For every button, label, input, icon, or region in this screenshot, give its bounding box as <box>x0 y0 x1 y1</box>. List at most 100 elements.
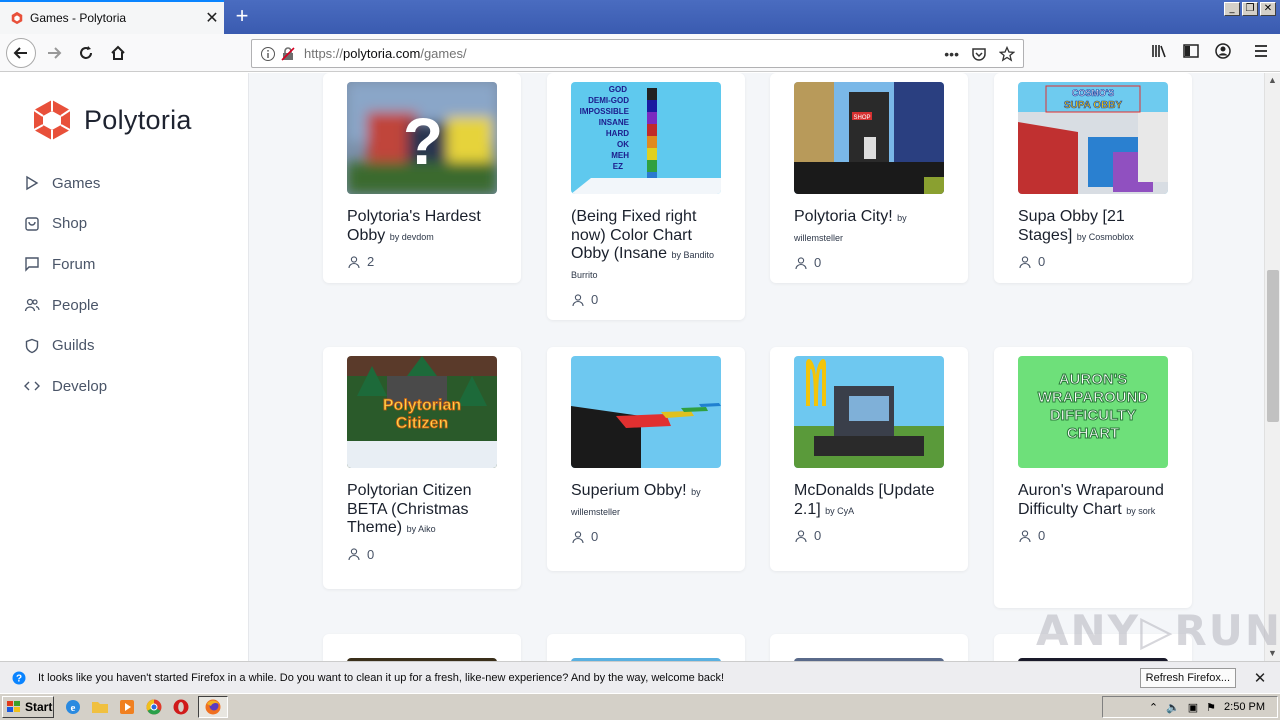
notification-close-icon[interactable]: ✕ <box>1250 669 1270 687</box>
browser-tab[interactable]: Games - Polytoria ✕ <box>0 0 224 34</box>
auron-title-line: CHART <box>1067 425 1120 442</box>
game-thumbnail[interactable]: COSMO'S SUPA OBBY <box>1018 82 1168 194</box>
sidebar-item-games[interactable]: Games <box>24 163 107 204</box>
auron-title-line: DIFFICULTY <box>1050 407 1136 424</box>
refresh-firefox-button[interactable]: Refresh Firefox... <box>1139 667 1236 688</box>
back-icon[interactable] <box>6 38 36 68</box>
sidebar-item-label: Forum <box>52 255 96 273</box>
window-close-icon[interactable]: ✕ <box>1260 2 1276 16</box>
game-card[interactable] <box>323 634 521 661</box>
window-controls: _ ❐ ✕ <box>1224 2 1276 16</box>
game-title[interactable]: Superium Obby! by willemsteller <box>571 482 721 521</box>
game-card[interactable]: McDonalds [Update 2.1] by CyA 0 <box>770 347 968 571</box>
game-card[interactable]: AURON'S WRAPAROUND DIFFICULTY CHART Auro… <box>994 347 1192 608</box>
site-logo[interactable]: Polytoria <box>32 99 192 141</box>
chart-tier-label: HARD <box>606 129 629 138</box>
windows-logo-icon <box>7 701 20 712</box>
tray-expand-icon[interactable]: ⌃ <box>1149 701 1158 714</box>
chart-tier-label: INSANE <box>599 118 630 127</box>
reload-icon[interactable] <box>72 39 100 67</box>
sidebar-item-shop[interactable]: Shop <box>24 204 107 245</box>
game-card[interactable] <box>770 634 968 661</box>
game-thumbnail[interactable]: ? <box>347 82 497 194</box>
game-card[interactable]: ? Polytoria's Hardest Obby by devdom 2 <box>323 73 521 283</box>
question-icon: ? <box>12 671 26 684</box>
game-thumbnail[interactable]: SHOP <box>794 82 944 194</box>
scrollbar-thumb[interactable] <box>1267 270 1279 422</box>
player-count: 0 <box>1018 254 1168 269</box>
player-count: 0 <box>571 292 721 307</box>
game-thumbnail[interactable]: Polytorian Citizen <box>347 356 497 468</box>
play-icon <box>26 176 39 191</box>
game-thumbnail[interactable]: GOD DEMI-GOD IMPOSSIBLE INSANE HARD OK M… <box>571 82 721 194</box>
game-title[interactable]: (Being Fixed right now) Color Chart Obby… <box>571 208 721 284</box>
pocket-icon[interactable] <box>971 46 987 62</box>
shield-icon <box>25 338 39 353</box>
user-icon <box>1019 529 1031 542</box>
sidebar-item-develop[interactable]: Develop <box>24 366 107 407</box>
flag-icon[interactable]: ⚑ <box>1206 701 1216 714</box>
game-card[interactable]: GOD DEMI-GOD IMPOSSIBLE INSANE HARD OK M… <box>547 73 745 320</box>
game-thumbnail[interactable] <box>794 356 944 468</box>
hamburger-menu-icon[interactable] <box>1252 42 1270 60</box>
home-icon[interactable] <box>104 39 132 67</box>
account-icon[interactable] <box>1214 42 1232 60</box>
site-sidebar: Polytoria Games Shop Forum People Guilds <box>0 73 249 661</box>
windows-taskbar: Start e ⌃ 🔈 ▣ ⚑ 2:50 PM <box>0 693 1280 720</box>
page-scrollbar[interactable]: ▲ ▼ <box>1264 73 1280 661</box>
game-card[interactable] <box>547 634 745 661</box>
minimize-icon[interactable]: _ <box>1224 2 1240 16</box>
tab-close-icon[interactable]: ✕ <box>200 8 224 28</box>
game-title[interactable]: McDonalds [Update 2.1] by CyA <box>794 482 944 520</box>
volume-icon[interactable]: 🔈 <box>1166 701 1180 714</box>
network-icon[interactable]: ▣ <box>1188 701 1198 714</box>
chart-tier-label: DEMI-GOD <box>588 96 629 105</box>
player-count: 2 <box>347 254 497 269</box>
game-thumbnail[interactable] <box>571 356 721 468</box>
folder-icon[interactable] <box>91 698 109 716</box>
game-title[interactable]: Supa Obby [21 Stages] by Cosmoblox <box>1018 208 1168 246</box>
game-card[interactable]: COSMO'S SUPA OBBY Supa Obby [21 Stages] … <box>994 73 1192 283</box>
game-title[interactable]: Polytorian Citizen BETA (Christmas Theme… <box>347 482 497 539</box>
player-count: 0 <box>347 547 497 562</box>
sidebar-menu: Games Shop Forum People Guilds Develop <box>24 163 107 407</box>
sidebar-item-label: Develop <box>52 377 108 395</box>
notification-bar: ? It looks like you haven't started Fire… <box>0 661 1280 693</box>
chrome-icon[interactable] <box>145 698 163 716</box>
sidebar-item-forum[interactable]: Forum <box>24 244 107 285</box>
sidebar-item-label: Games <box>52 174 101 192</box>
sidebar-item-people[interactable]: People <box>24 285 107 326</box>
supa-title-line: COSMO'S <box>1072 88 1114 98</box>
insecure-lock-icon[interactable] <box>280 46 296 62</box>
anyrun-watermark: ANY▷RUN <box>1036 606 1280 655</box>
ie-icon[interactable]: e <box>64 698 82 716</box>
game-card[interactable]: Superium Obby! by willemsteller 0 <box>547 347 745 571</box>
firefox-taskbar-button[interactable] <box>198 696 228 718</box>
url-bar[interactable]: https://polytoria.com/games/ ••• <box>251 39 1024 68</box>
info-icon[interactable] <box>260 46 276 62</box>
game-title[interactable]: Polytoria's Hardest Obby by devdom <box>347 208 497 246</box>
sidebar-toggle-icon[interactable] <box>1182 42 1200 60</box>
game-card[interactable]: SHOP Polytoria City! by willemsteller 0 <box>770 73 968 283</box>
user-icon <box>1019 255 1031 268</box>
bookmark-star-icon[interactable] <box>999 45 1015 62</box>
new-tab-icon[interactable]: + <box>228 2 256 30</box>
clock[interactable]: 2:50 PM <box>1224 701 1265 713</box>
forward-icon[interactable] <box>40 39 68 67</box>
scroll-up-icon[interactable]: ▲ <box>1268 75 1277 85</box>
sidebar-item-guilds[interactable]: Guilds <box>24 325 107 366</box>
game-card[interactable]: Polytorian Citizen Polytorian Citizen BE… <box>323 347 521 589</box>
auron-title-line: WRAPAROUND <box>1038 389 1149 406</box>
media-player-icon[interactable] <box>118 698 136 716</box>
svg-text:?: ? <box>16 673 22 684</box>
page-actions-icon[interactable]: ••• <box>944 46 959 62</box>
chart-tier-label: OK <box>617 140 629 149</box>
library-icon[interactable] <box>1150 42 1168 60</box>
game-title[interactable]: Polytoria City! by willemsteller <box>794 208 944 247</box>
start-button[interactable]: Start <box>2 696 54 718</box>
tab-title: Games - Polytoria <box>30 11 127 25</box>
opera-icon[interactable] <box>172 698 190 716</box>
game-title[interactable]: Auron's Wraparound Difficulty Chart by s… <box>1018 482 1168 520</box>
game-thumbnail[interactable]: AURON'S WRAPAROUND DIFFICULTY CHART <box>1018 356 1168 468</box>
restore-icon[interactable]: ❐ <box>1242 2 1258 16</box>
